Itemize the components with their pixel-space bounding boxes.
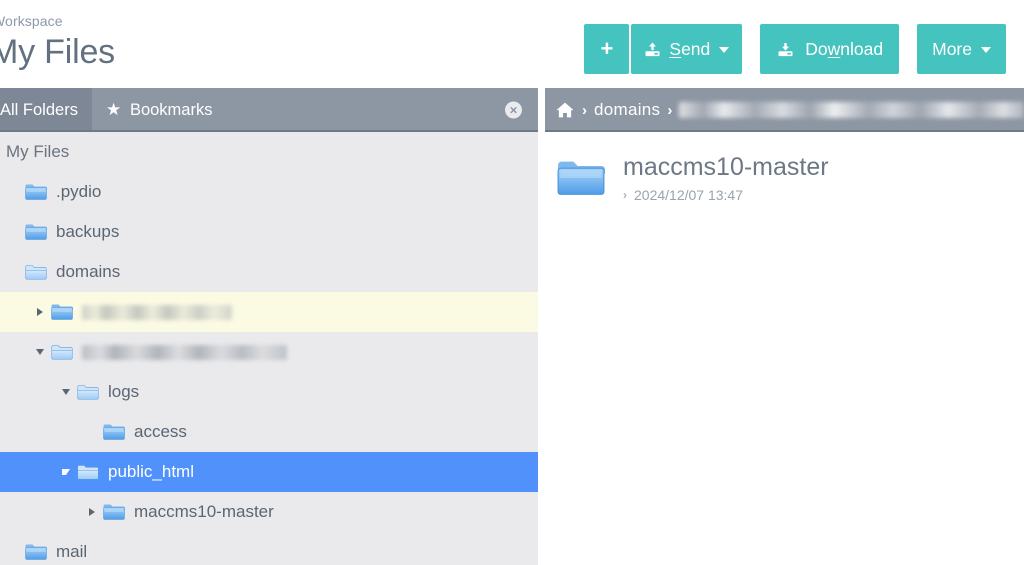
- download-button-label: Download: [805, 39, 883, 60]
- tree-item-label: mail: [56, 542, 87, 562]
- tree-item-maccms10-master[interactable]: maccms10-master: [0, 492, 538, 532]
- breadcrumb-item-redacted[interactable]: [679, 102, 1024, 118]
- folder-open-icon: [25, 263, 47, 281]
- breadcrumb-separator: ›: [667, 102, 672, 119]
- tree-spacer: [6, 264, 22, 280]
- file-date-value: 2024/12/07 13:47: [634, 185, 743, 205]
- page-title: My Files: [0, 32, 115, 72]
- chevron-down-icon: [719, 47, 729, 53]
- more-button[interactable]: More: [917, 24, 1006, 74]
- tree-spacer: [84, 424, 100, 440]
- create-send-group: + Send: [584, 24, 742, 74]
- chevron-down-icon: [981, 47, 991, 53]
- tree-item-label: backups: [56, 222, 119, 242]
- tree-item-label: .pydio: [56, 182, 101, 202]
- chevron-right-icon: ›: [623, 185, 627, 205]
- tree-item-backups[interactable]: backups: [0, 212, 538, 252]
- file-row[interactable]: maccms10-master › 2024/12/07 13:47: [545, 146, 1024, 211]
- tab-all-folders[interactable]: All Folders: [0, 88, 92, 132]
- panel-divider: [538, 88, 545, 565]
- file-meta: maccms10-master › 2024/12/07 13:47: [623, 152, 829, 205]
- panels-container: All Folders ★ Bookmarks × My Files .pydio…: [0, 88, 1024, 565]
- folder-open-icon: [77, 383, 99, 401]
- folder-open-icon: [51, 343, 73, 361]
- file-list: maccms10-master › 2024/12/07 13:47: [545, 132, 1024, 211]
- star-icon: ★: [106, 102, 122, 118]
- tree-item-my-files[interactable]: My Files: [0, 132, 538, 172]
- tree-item-mail[interactable]: mail: [0, 532, 538, 565]
- breadcrumb-separator: ›: [582, 102, 587, 119]
- folder-icon: [103, 423, 125, 441]
- breadcrumb: › domains ›: [545, 88, 1024, 132]
- tree-item-label-redacted: [82, 345, 287, 360]
- chevron-down-icon[interactable]: [58, 384, 74, 400]
- file-list-panel: › domains › maccms10-master › 2024/12/07 1…: [545, 88, 1024, 565]
- folder-icon: [51, 303, 73, 321]
- tree-item-label-redacted: [82, 305, 232, 320]
- tree-item-label: maccms10-master: [134, 502, 274, 522]
- chevron-right-icon[interactable]: [84, 504, 100, 520]
- folder-tree: My Files .pydio backups domains logs access pu…: [0, 132, 538, 565]
- folder-tree-panel: All Folders ★ Bookmarks × My Files .pydio…: [0, 88, 538, 565]
- folder-icon: [25, 183, 47, 201]
- chevron-down-icon[interactable]: [32, 344, 48, 360]
- left-panel-tabbar: All Folders ★ Bookmarks ×: [0, 88, 538, 132]
- folder-icon: [25, 223, 47, 241]
- page-header: Workspace My Files + Send: [0, 0, 1024, 88]
- main-toolbar: + Send D: [584, 24, 1006, 74]
- tree-item-label: public_html: [108, 462, 194, 482]
- download-button[interactable]: Download: [760, 24, 899, 74]
- tree-item-logs[interactable]: logs: [0, 372, 538, 412]
- folder-icon: [25, 543, 47, 561]
- send-button-label: Send: [669, 39, 710, 60]
- folder-icon: [103, 503, 125, 521]
- tree-spacer: [6, 544, 22, 560]
- file-date: › 2024/12/07 13:47: [623, 185, 829, 205]
- close-icon[interactable]: ×: [505, 102, 522, 119]
- tree-item-redacted[interactable]: [0, 292, 538, 332]
- tree-item-access[interactable]: access: [0, 412, 538, 452]
- tab-bookmarks[interactable]: ★ Bookmarks: [92, 88, 227, 132]
- tree-item-redacted[interactable]: [0, 332, 538, 372]
- folder-open-icon: [77, 463, 99, 481]
- tree-item-label: access: [134, 422, 187, 442]
- tree-item-label: My Files: [6, 142, 69, 162]
- upload-icon: [643, 40, 662, 59]
- folder-icon: [557, 159, 605, 199]
- send-button[interactable]: Send: [631, 24, 742, 74]
- tree-item-pydio[interactable]: .pydio: [0, 172, 538, 212]
- breadcrumb-item-domains[interactable]: domains: [594, 100, 660, 120]
- chevron-down-icon[interactable]: [58, 464, 74, 480]
- new-button[interactable]: +: [584, 24, 629, 74]
- home-icon[interactable]: [555, 101, 575, 119]
- tree-item-domains[interactable]: domains: [0, 252, 538, 292]
- more-button-label: More: [932, 39, 972, 60]
- workspace-label: Workspace: [0, 13, 63, 29]
- tree-item-public-html[interactable]: public_html: [0, 452, 538, 492]
- tree-item-label: domains: [56, 262, 120, 282]
- download-icon: [775, 40, 796, 59]
- tab-bookmarks-label: Bookmarks: [130, 101, 213, 120]
- chevron-right-icon[interactable]: [32, 304, 48, 320]
- tree-item-label: logs: [108, 382, 139, 402]
- tree-spacer: [6, 184, 22, 200]
- tree-spacer: [6, 224, 22, 240]
- tab-all-folders-label: All Folders: [0, 101, 78, 120]
- file-name: maccms10-master: [623, 152, 829, 182]
